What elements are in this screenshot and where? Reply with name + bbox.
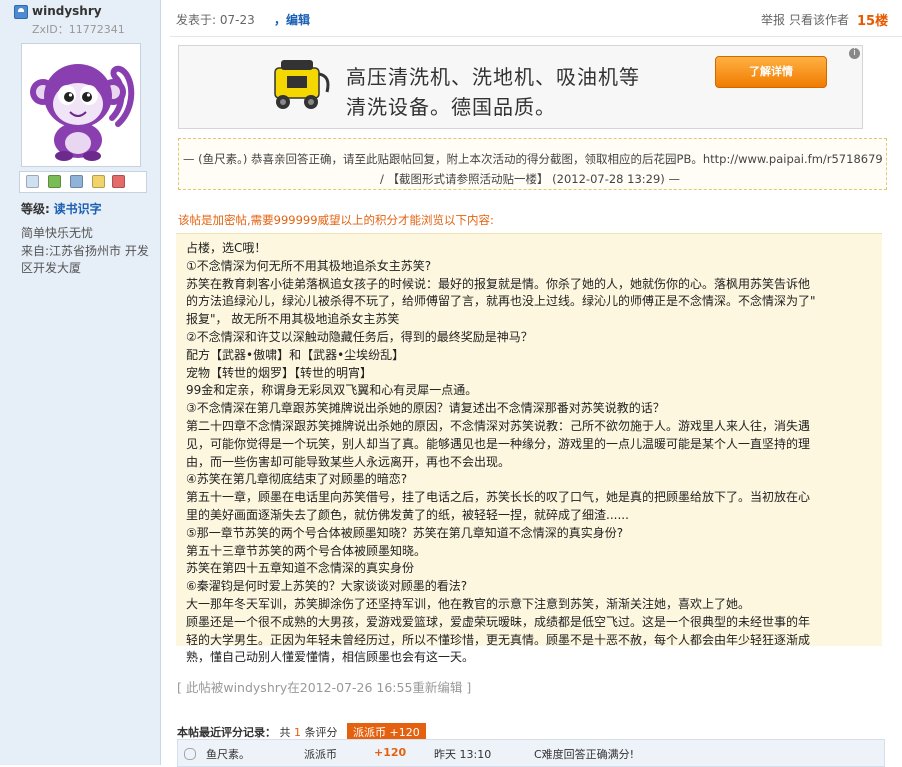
content-line: 配方【武器•傲啸】和【武器•尘埃纷乱】	[186, 347, 405, 362]
user-zxid: ZxID：11772341	[32, 23, 125, 36]
rater-user-icon	[184, 748, 196, 760]
rating-title: 本帖最近评分记录：	[177, 726, 276, 739]
edit-link[interactable]: ，编辑	[274, 11, 310, 28]
content-line: 大一那年冬天军训，苏笑脚涂伤了还坚持军训，他在教官的示意下注意到苏笑，渐渐关注她…	[186, 596, 751, 611]
avatar[interactable]	[21, 43, 141, 167]
ad-info-icon[interactable]: i	[849, 48, 860, 59]
posted-label: 发表于:	[176, 13, 217, 27]
content-line: 轻的大学男生。正因为年轻未曾经历过，所以不懂珍惜，更无真情。顾墨不是十恶不赦，每…	[186, 632, 811, 647]
content-line: 第五十一章，顾墨在电话里向苏笑借号，挂了电话之后，苏笑长长的叹了口气，她是真的把…	[186, 490, 811, 505]
post-body: 占楼，选C哦！ ①不念情深为何无所不用其极地追杀女主苏笑? 苏笑在教育刺客小徒弟落枫…	[186, 240, 876, 667]
content-line: 由，而一些伤害却可能导致某些人永远离开，再也不会出现。	[186, 454, 511, 469]
content-line: 第五十三章节苏笑的两个号合体被顾墨知晓。	[186, 543, 427, 558]
pressure-washer-icon	[274, 60, 330, 109]
author-only-link[interactable]: 只看该作者	[789, 11, 849, 28]
post-header: 发表于: 07-23 ，编辑 举报 只看该作者 15楼	[170, 0, 902, 37]
user-signature: 简单快乐无忧	[21, 226, 94, 240]
content-line: 宠物【转世的烟罗】【转世的明宵】	[186, 365, 373, 380]
content-line: ③不念情深在第几章跟苏笑摊牌说出杀她的原因？请复述出不念情深那番对苏笑说教的话？	[186, 401, 665, 416]
posted-date: 07-23	[219, 13, 255, 27]
ad-headline: 高压清洗机、洗地机、吸油机等	[346, 65, 640, 89]
floor-number[interactable]: 15楼	[857, 10, 888, 29]
ad-learn-more-button[interactable]: 了解详情	[715, 56, 827, 88]
content-line: 熟，懂自己动别人懂爱懂情，相信顾墨也会有这一天。	[186, 650, 475, 665]
rating-amount: +120	[374, 746, 407, 759]
quote-line-2: / 【截图形式请参照活动贴一楼】 (2012-07-28 13:29) —	[380, 172, 680, 186]
gift-icon[interactable]	[112, 175, 125, 188]
rating-row: 鱼尺素。 派派币 +120 昨天 13:10 C难度回答正确满分!	[177, 739, 885, 767]
content-line: ④苏笑在第几章彻底结束了对顾墨的暗恋?	[186, 472, 408, 487]
content-line: 99金和定亲，称谓身无彩凤双飞翼和心有灵犀一点通。	[186, 383, 478, 398]
search-posts-icon[interactable]	[70, 175, 83, 188]
user-sidebar: windyshry ZxID：11772341 等级: 读书识字 简单快乐无忧 …	[0, 0, 161, 765]
content-line: ①不念情深为何无所不用其极地追杀女主苏笑?	[186, 258, 432, 273]
user-level: 等级: 读书识字	[21, 200, 102, 217]
username-link[interactable]: windyshry	[32, 4, 102, 18]
rating-count-prefix: 共	[279, 726, 291, 739]
content-line: ⑤那一章节苏笑的两个号合体被顾墨知晓？苏笑在第几章知道不念情深的真实身份?	[186, 525, 624, 540]
profile-card-icon[interactable]	[92, 175, 105, 188]
content-line: 顾墨还是一个很不成熟的大男孩，爱游戏爱篮球，爱虚荣玩暧昧，成绩都是低空飞过。这是…	[186, 614, 811, 629]
rating-currency: 派派币	[304, 748, 337, 761]
rating-reason: C难度回答正确满分!	[534, 748, 635, 761]
user-tools	[19, 171, 147, 193]
post-content: 占楼，选C哦！ ①不念情深为何无所不用其极地追杀女主苏笑? 苏笑在教育刺客小徒弟落枫…	[176, 233, 882, 664]
encrypted-notice: 该帖是加密帖,需要999999威望以上的积分才能浏览以下内容:	[178, 213, 494, 227]
level-label: 等级:	[21, 202, 50, 216]
purple-monkey-avatar-icon	[30, 64, 135, 161]
report-link[interactable]: 举报	[761, 11, 785, 28]
content-line: 苏笑在第四十五章知道不念情深的真实身份	[186, 561, 415, 576]
content-line: 里的美好画面逐渐失去了颜色，就仿佛发黄了的纸，被轻轻一捏，就碎成了细渣.....…	[186, 507, 629, 522]
rating-count-suffix: 条评分	[304, 726, 338, 739]
quote-box: — (鱼尺素。) 恭喜亲回答正确，请至此贴跟帖回复，附上本次活动的得分截图，领取…	[178, 138, 887, 190]
content-line: 报复"， 故无所不用其极地追杀女主苏笑	[186, 312, 400, 327]
content-line: ⑥秦濯钧是何时爱上苏笑的？大家谈谈对顾墨的看法?	[186, 579, 468, 594]
content-line: ②不念情深和许艾以深触动隐藏任务后，得到的最终奖励是神马？	[186, 329, 533, 344]
message-icon[interactable]	[26, 175, 39, 188]
online-user-icon	[14, 5, 28, 19]
level-value-link[interactable]: 读书识字	[54, 202, 102, 216]
rater-name[interactable]: 鱼尺素。	[206, 746, 250, 762]
ad-subline: 清洗设备。德国品质。	[346, 95, 556, 119]
quote-line-1: — (鱼尺素。) 恭喜亲回答正确，请至此贴跟帖回复，附上本次活动的得分截图，领取…	[183, 152, 883, 166]
add-friend-icon[interactable]	[48, 175, 61, 188]
user-location: 来自:江苏省扬州市 开发区开发大厦	[21, 244, 149, 275]
content-line: 占楼，选C哦！	[186, 241, 267, 255]
rating-time: 昨天 13:10	[434, 748, 492, 761]
content-line: 见，可能你觉得是一个玩笑，别人却当了真。能够遇见也是一种缘分，游戏里的一点儿温暖…	[186, 436, 811, 451]
edit-note: [ 此帖被windyshry在2012-07-26 16:55重新编辑 ]	[177, 680, 472, 695]
posted-time: 发表于: 07-23	[176, 11, 255, 28]
content-line: 第二十四章不念情深跟苏笑摊牌说出杀她的原因，不念情深对苏笑说教：己所不欲勿施于人…	[186, 418, 811, 433]
content-line: 苏笑在教育刺客小徒弟落枫追女孩子的时候说：最好的报复就是情。你杀了她的人，她就伤…	[186, 276, 811, 291]
ad-banner[interactable]: i 高压清洗机、洗地机、吸油机等 清洗设备。德国品质。 了解详情	[178, 45, 863, 129]
content-line: 的方法追绿沁儿，绿沁儿被杀得不玩了，给师傅留了言，就再也没上过线。绿沁儿的师傅正…	[186, 294, 816, 309]
rating-count: 1	[294, 726, 301, 739]
